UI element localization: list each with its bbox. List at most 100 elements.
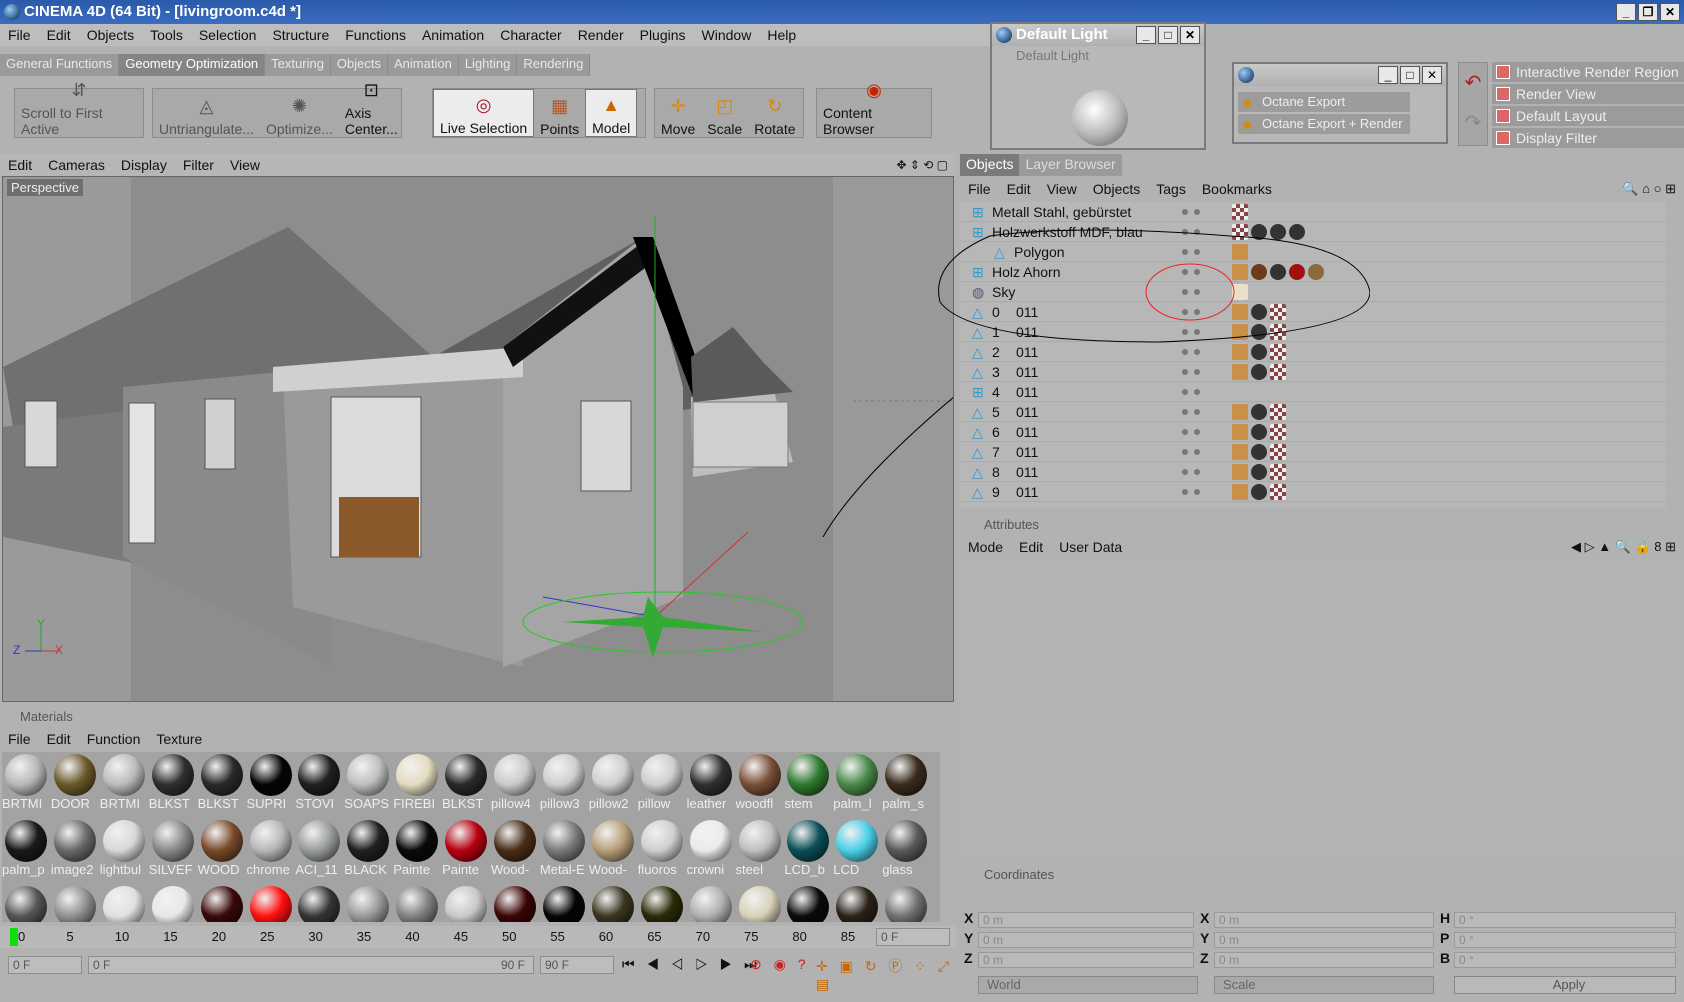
menu-objects[interactable]: Objects	[79, 27, 142, 43]
live-selection-button[interactable]: ◎ Live Selection	[433, 89, 535, 137]
current-frame-field[interactable]: 0 F	[876, 928, 950, 946]
points-mode-button[interactable]: ▦ Points	[534, 89, 585, 138]
visibility-dot[interactable]	[1194, 449, 1200, 455]
material-tag-icon[interactable]	[1251, 424, 1267, 440]
visibility-dot[interactable]	[1182, 209, 1188, 215]
playback-controls[interactable]: ⏮ ◀ ◁ ▷ ▶ ⏭	[622, 956, 761, 973]
octane-titlebar[interactable]: _ □ ✕	[1234, 64, 1446, 86]
material-swatch[interactable]: BLKST	[442, 752, 490, 816]
material-swatch[interactable]: lightbul	[100, 818, 148, 882]
material-swatch[interactable]: Wood-	[491, 818, 539, 882]
visibility-dot[interactable]	[1194, 489, 1200, 495]
material-tag-icon[interactable]	[1232, 484, 1248, 500]
menu-selection[interactable]: Selection	[191, 27, 265, 43]
objects-menu-tags[interactable]: Tags	[1148, 181, 1194, 197]
attributes-menu-mode[interactable]: Mode	[960, 539, 1011, 555]
render-view-button[interactable]: Render View	[1492, 84, 1684, 104]
tab-lighting[interactable]: Lighting	[458, 54, 518, 76]
material-tag-icon[interactable]	[1232, 424, 1248, 440]
material-swatch[interactable]	[540, 884, 588, 922]
move-button[interactable]: ✛ Move	[655, 89, 701, 138]
material-tag-icon[interactable]	[1270, 484, 1286, 500]
material-swatch[interactable]: STOVI	[295, 752, 343, 816]
material-swatch[interactable]	[638, 884, 686, 922]
material-tag-icon[interactable]	[1251, 484, 1267, 500]
visibility-dot[interactable]	[1194, 429, 1200, 435]
coord-size-x-field[interactable]: 0 m	[1214, 912, 1434, 928]
untriangulate-button[interactable]: ◬ Untriangulate...	[153, 89, 260, 138]
material-swatch[interactable]: SILVEF	[149, 818, 197, 882]
material-swatch[interactable]: LCD	[833, 818, 881, 882]
viewport-nav-icons[interactable]: ✥ ⇕ ⟲ ▢	[888, 158, 956, 172]
menu-animation[interactable]: Animation	[414, 27, 492, 43]
material-tag-icon[interactable]	[1232, 364, 1248, 380]
material-swatch[interactable]	[393, 884, 441, 922]
tab-general-functions[interactable]: General Functions	[0, 54, 120, 76]
materials-menu-function[interactable]: Function	[79, 731, 149, 747]
oct-minimize-button[interactable]: _	[1378, 66, 1398, 84]
material-swatch[interactable]: pillow3	[540, 752, 588, 816]
material-swatch[interactable]: chrome	[247, 818, 295, 882]
material-swatch[interactable]: pillow2	[589, 752, 637, 816]
material-swatch[interactable]	[736, 884, 784, 922]
default-light-titlebar[interactable]: Default Light _ □ ✕	[992, 24, 1204, 46]
visibility-dot[interactable]	[1194, 369, 1200, 375]
restore-button[interactable]: ❐	[1638, 3, 1658, 21]
material-swatch[interactable]: BRTMI	[2, 752, 50, 816]
visibility-dot[interactable]	[1182, 449, 1188, 455]
material-swatch[interactable]: DOOR	[51, 752, 99, 816]
material-swatch[interactable]: steel	[736, 818, 784, 882]
tab-objects[interactable]: Objects	[330, 54, 388, 76]
model-mode-button[interactable]: ▲ Model	[585, 89, 638, 137]
material-swatch[interactable]: BLKST	[198, 752, 246, 816]
material-tag-icon[interactable]	[1270, 404, 1286, 420]
material-tag-icon[interactable]	[1251, 464, 1267, 480]
material-swatch[interactable]: BLACK	[344, 818, 392, 882]
coord-size-z-field[interactable]: 0 m	[1214, 952, 1434, 968]
scroll-first-active-button[interactable]: ⇵ Scroll to First Active	[15, 80, 143, 137]
object-row[interactable]: ⊞ 4 011	[960, 382, 1666, 402]
material-swatch[interactable]	[491, 884, 539, 922]
apply-button[interactable]: Apply	[1454, 976, 1676, 994]
material-swatch[interactable]	[149, 884, 197, 922]
viewport-menu-view[interactable]: View	[222, 157, 268, 173]
menu-file[interactable]: File	[0, 27, 39, 43]
coord-size-y-field[interactable]: 0 m	[1214, 932, 1434, 948]
material-tag-icon[interactable]	[1232, 404, 1248, 420]
visibility-dot[interactable]	[1182, 409, 1188, 415]
material-swatch[interactable]	[295, 884, 343, 922]
coord-pos-z-field[interactable]: 0 m	[978, 952, 1194, 968]
visibility-dot[interactable]	[1182, 369, 1188, 375]
range-slider[interactable]: 0 F 90 F	[88, 956, 534, 974]
axis-center-button[interactable]: ⊡ Axis Center...	[339, 80, 404, 137]
viewport-menu-cameras[interactable]: Cameras	[40, 157, 113, 173]
object-row[interactable]: △ 7 011	[960, 442, 1666, 462]
timeline-playhead[interactable]	[10, 928, 18, 946]
material-swatch[interactable]: glass	[882, 818, 930, 882]
material-swatch[interactable]: SUPRI	[247, 752, 295, 816]
viewport-menu-display[interactable]: Display	[113, 157, 175, 173]
visibility-dot[interactable]	[1194, 469, 1200, 475]
material-swatch[interactable]: WOOD	[198, 818, 246, 882]
visibility-dot[interactable]	[1182, 429, 1188, 435]
viewport-menu-edit[interactable]: Edit	[0, 157, 40, 173]
menu-render[interactable]: Render	[570, 27, 632, 43]
tab-rendering[interactable]: Rendering	[517, 54, 591, 76]
material-swatch[interactable]: SOAPS	[344, 752, 392, 816]
content-browser-button[interactable]: ◉ Content Browser	[817, 80, 931, 137]
objects-menu-view[interactable]: View	[1039, 181, 1085, 197]
tab-layer-browser[interactable]: Layer Browser	[1019, 154, 1122, 176]
scale-button[interactable]: ◰ Scale	[701, 89, 748, 138]
material-swatch[interactable]: LCD_b	[784, 818, 832, 882]
coord-pos-y-field[interactable]: 0 m	[978, 932, 1194, 948]
default-layout-button[interactable]: Default Layout	[1492, 106, 1684, 126]
visibility-dot[interactable]	[1194, 389, 1200, 395]
visibility-dot[interactable]	[1182, 469, 1188, 475]
material-swatch[interactable]: BRTMI	[100, 752, 148, 816]
coord-pos-x-field[interactable]: 0 m	[978, 912, 1194, 928]
visibility-dot[interactable]	[1182, 389, 1188, 395]
octane-export-button[interactable]: ✸ Octane Export	[1238, 92, 1410, 112]
material-swatch[interactable]	[784, 884, 832, 922]
material-swatch[interactable]	[198, 884, 246, 922]
interactive-render-region-button[interactable]: Interactive Render Region	[1492, 62, 1684, 82]
